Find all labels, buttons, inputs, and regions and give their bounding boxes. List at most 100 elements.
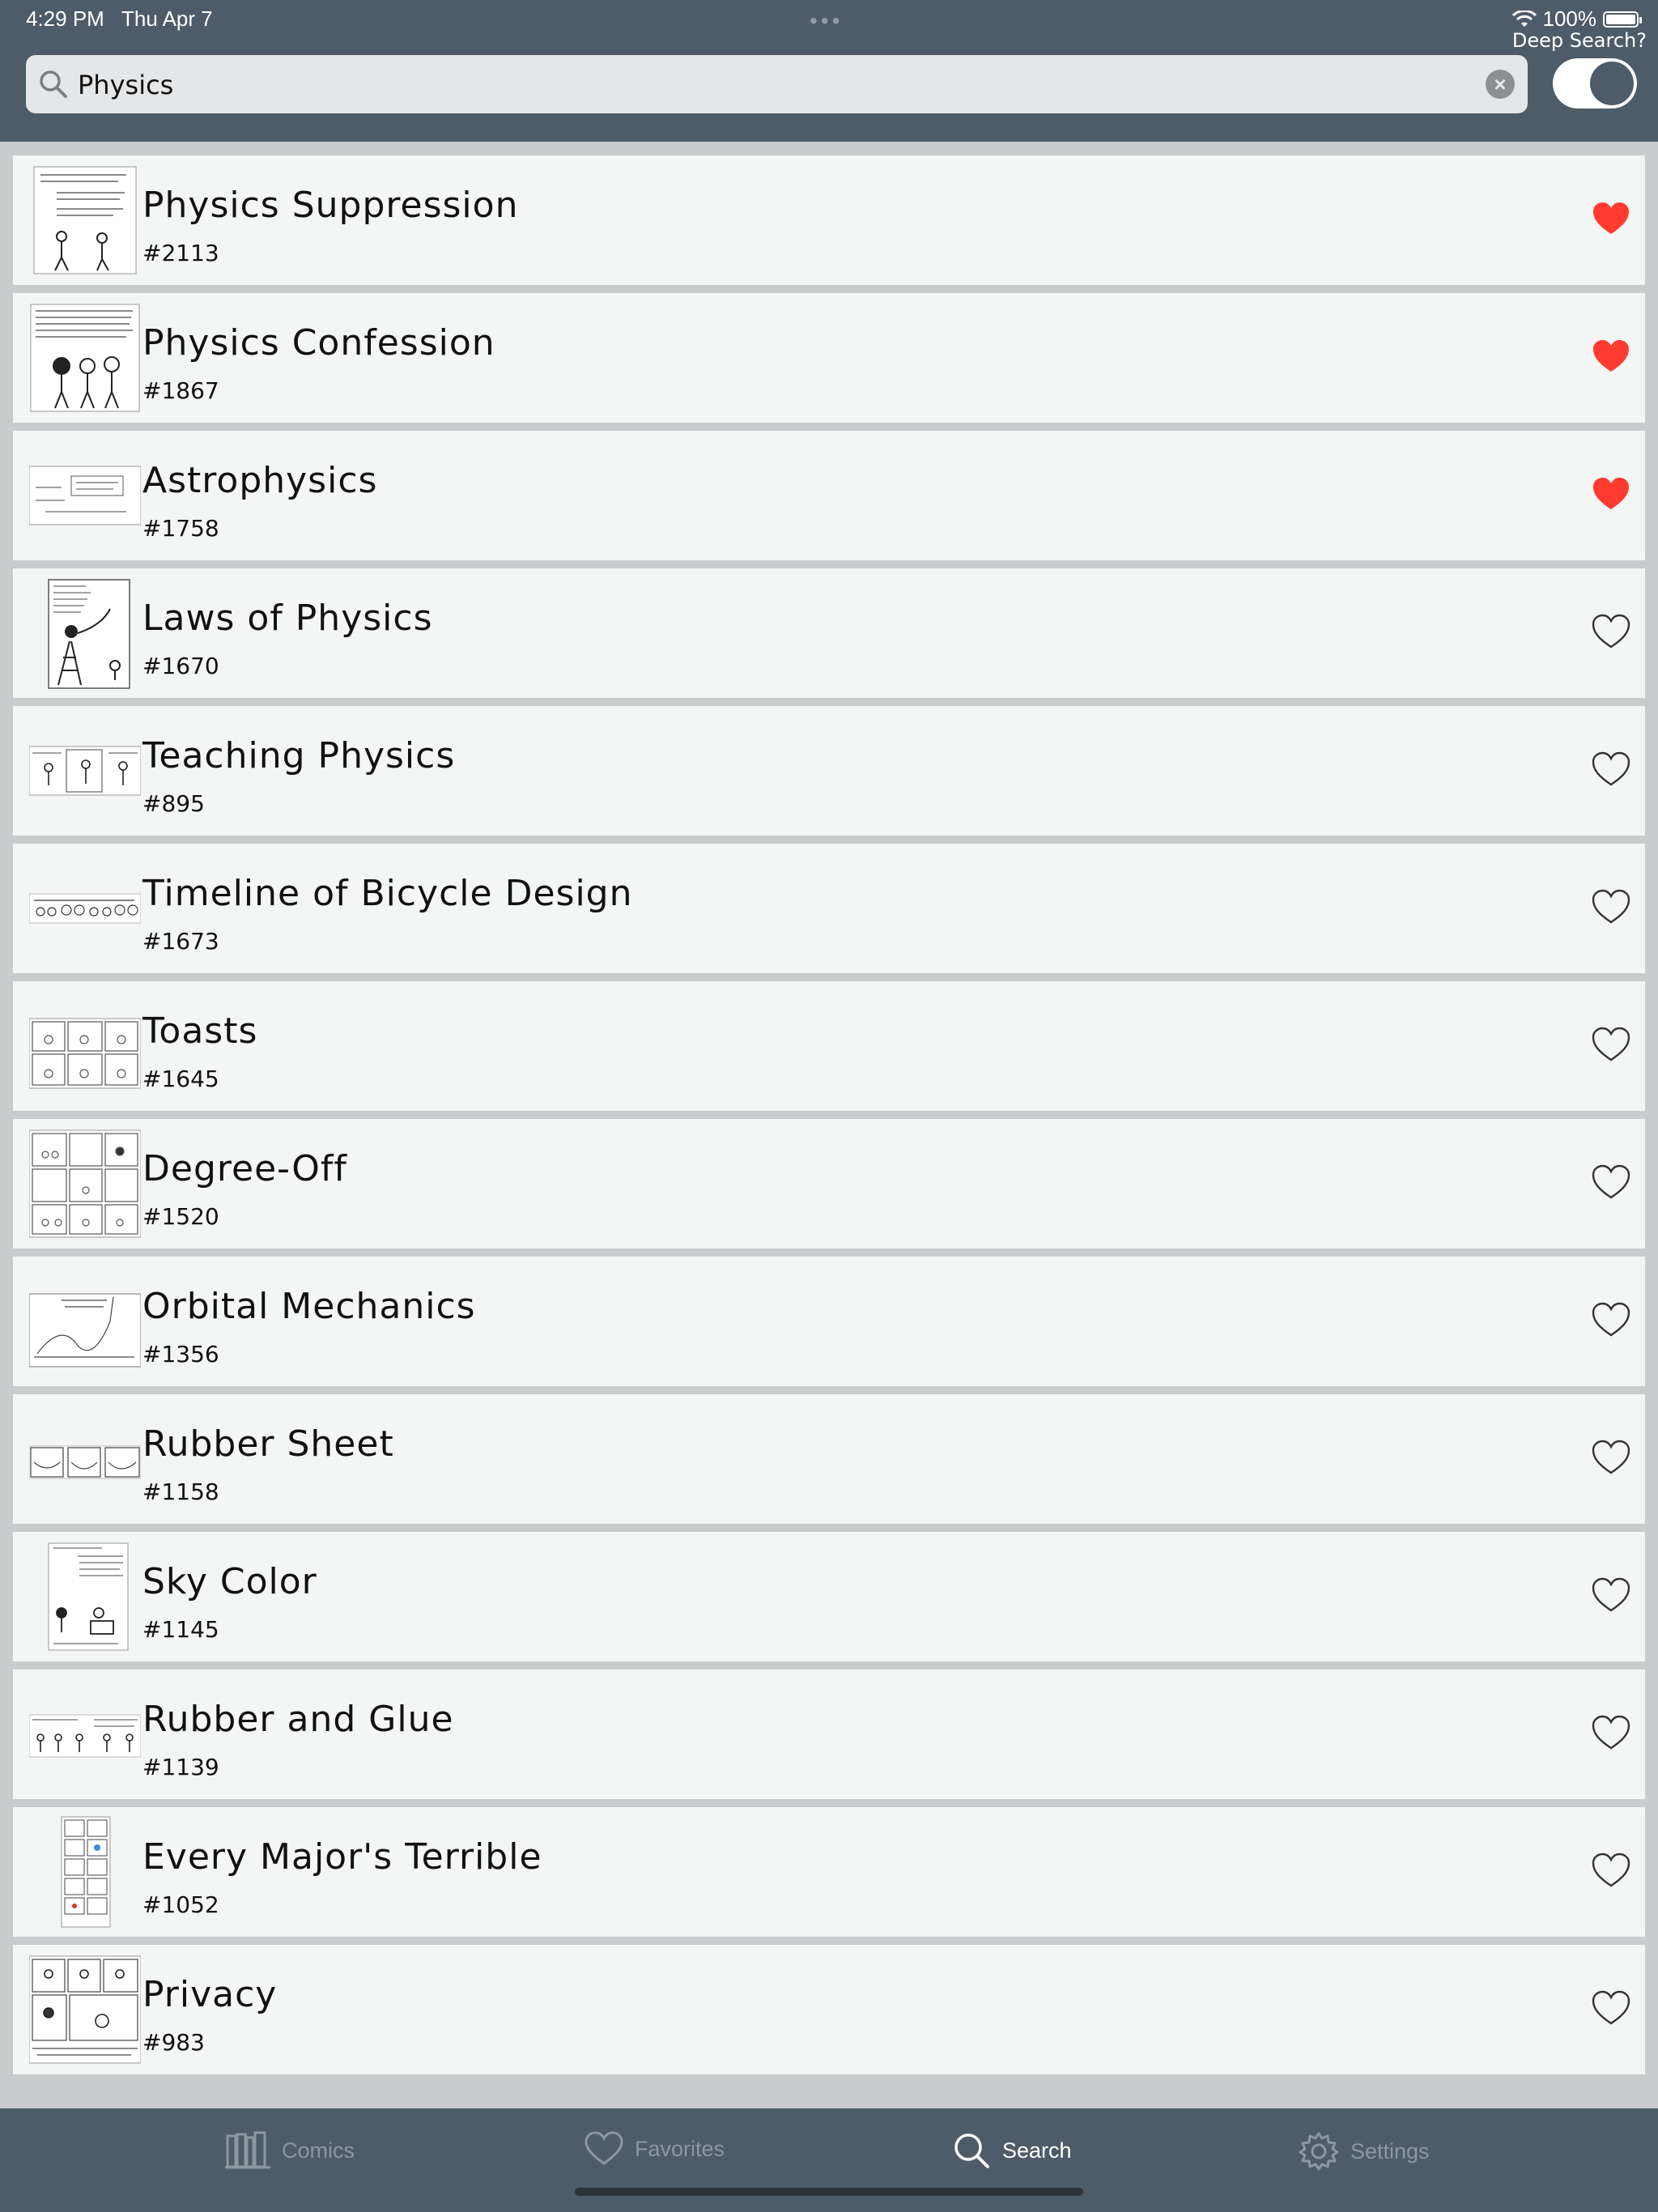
result-row[interactable]: Physics Suppression #2113: [13, 155, 1645, 285]
comic-number: #1867: [142, 377, 219, 404]
heart-outline-icon[interactable]: [1592, 751, 1630, 787]
result-row[interactable]: Rubber Sheet #1158: [13, 1394, 1645, 1524]
results-list: Physics Suppression #2113 Physics Confessi…: [13, 155, 1645, 2082]
heart-outline-icon[interactable]: [1592, 889, 1630, 925]
comic-title: Rubber Sheet: [142, 1423, 394, 1465]
heart-outline-icon[interactable]: [1592, 1990, 1630, 2026]
search-input[interactable]: Physics: [78, 70, 173, 100]
top-bar: 4:29 PM Thu Apr 7 ••• 100% Deep Search? …: [0, 0, 1658, 142]
comic-title: Every Major's Terrible: [142, 1836, 542, 1878]
comic-number: #1673: [142, 928, 219, 955]
result-row[interactable]: Toasts #1645: [13, 981, 1645, 1111]
comic-thumbnail: [29, 1815, 141, 1929]
close-icon: ×: [1494, 71, 1507, 96]
result-row[interactable]: Degree-Off #1520: [13, 1119, 1645, 1249]
result-row[interactable]: Timeline of Bicycle Design #1673: [13, 844, 1645, 973]
comic-number: #2113: [142, 240, 219, 266]
tab-settings-label: Settings: [1350, 2138, 1430, 2163]
clear-search-button[interactable]: ×: [1486, 70, 1515, 99]
comic-number: #1758: [142, 515, 219, 542]
comic-title: Rubber and Glue: [142, 1699, 454, 1740]
comic-title: Teaching Physics: [142, 735, 456, 776]
comic-thumbnail: [28, 1265, 142, 1378]
heart-filled-icon[interactable]: [1592, 201, 1630, 236]
comic-number: #983: [142, 2029, 205, 2056]
comic-thumbnail: [28, 1678, 142, 1791]
toggle-knob: [1590, 62, 1634, 105]
status-date: Thu Apr 7: [121, 6, 213, 31]
result-row[interactable]: Every Major's Terrible #1052: [13, 1807, 1645, 1937]
comic-thumbnail: [28, 1127, 142, 1240]
result-row[interactable]: Rubber and Glue #1139: [13, 1670, 1645, 1799]
comic-thumbnail: [28, 1953, 142, 2066]
result-row[interactable]: Sky Color #1145: [13, 1532, 1645, 1661]
heart-outline-icon[interactable]: [1592, 1853, 1630, 1888]
heart-filled-icon[interactable]: [1592, 476, 1630, 512]
comic-number: #1139: [142, 1754, 219, 1780]
comic-title: Toasts: [142, 1010, 258, 1052]
multitasking-dots[interactable]: •••: [810, 8, 843, 34]
comic-number: #1052: [142, 1891, 219, 1918]
tab-settings[interactable]: Settings: [1299, 2131, 1430, 2172]
comic-thumbnail: [29, 301, 141, 415]
heart-outline-icon[interactable]: [1592, 614, 1630, 649]
comic-title: Privacy: [142, 1974, 278, 2015]
status-right: 100%: [1511, 6, 1642, 32]
heart-outline-icon[interactable]: [1592, 1164, 1630, 1200]
heart-outline-icon[interactable]: [1592, 1577, 1630, 1613]
comic-thumbnail: [29, 576, 141, 690]
result-row[interactable]: Physics Confession #1867: [13, 293, 1645, 423]
result-row[interactable]: Astrophysics #1758: [13, 431, 1645, 560]
heart-filled-icon[interactable]: [1592, 338, 1630, 374]
tab-search-label: Search: [1002, 2138, 1072, 2163]
comic-title: Sky Color: [142, 1561, 317, 1602]
comic-thumbnail: [28, 989, 142, 1103]
battery-icon: [1603, 11, 1642, 28]
comic-title: Physics Suppression: [142, 185, 519, 226]
heart-outline-icon[interactable]: [1592, 1440, 1630, 1475]
comic-title: Laws of Physics: [142, 598, 433, 639]
result-row[interactable]: Teaching Physics #895: [13, 706, 1645, 836]
search-bar[interactable]: Physics ×: [26, 55, 1528, 113]
heart-outline-icon[interactable]: [1592, 1302, 1630, 1338]
comic-number: #1356: [142, 1341, 219, 1368]
comic-number: #895: [142, 790, 205, 817]
heart-outline-icon[interactable]: [1592, 1715, 1630, 1750]
comic-number: #1145: [142, 1616, 219, 1643]
comic-thumbnail: [28, 714, 142, 827]
comic-number: #1158: [142, 1478, 219, 1505]
result-row[interactable]: Laws of Physics #1670: [13, 568, 1645, 698]
gear-icon: [1299, 2132, 1339, 2171]
tab-comics[interactable]: Comics: [225, 2131, 355, 2170]
heart-icon: [585, 2131, 623, 2165]
comic-thumbnail: [28, 1402, 142, 1516]
comic-thumbnail: [29, 1540, 141, 1653]
comic-title: Astrophysics: [142, 460, 378, 501]
comic-number: #1645: [142, 1066, 219, 1092]
deep-search-toggle[interactable]: [1553, 58, 1637, 108]
home-indicator: [575, 2188, 1083, 2196]
comic-title: Physics Confession: [142, 322, 495, 364]
comic-number: #1520: [142, 1203, 219, 1230]
search-icon: [40, 70, 67, 98]
heart-outline-icon[interactable]: [1592, 1027, 1630, 1062]
result-row[interactable]: Orbital Mechanics #1356: [13, 1257, 1645, 1386]
comic-title: Degree-Off: [142, 1148, 347, 1189]
comic-title: Timeline of Bicycle Design: [142, 873, 633, 914]
status-time: 4:29 PM: [26, 6, 104, 31]
result-row[interactable]: Privacy #983: [13, 1945, 1645, 2074]
tab-comics-label: Comics: [282, 2138, 355, 2163]
comics-icon: [225, 2131, 270, 2169]
tab-favorites[interactable]: Favorites: [585, 2131, 725, 2167]
wifi-icon: [1511, 10, 1537, 27]
comic-thumbnail: [28, 439, 142, 552]
tab-search[interactable]: Search: [952, 2131, 1072, 2170]
comic-thumbnail: [29, 164, 141, 277]
battery-percent: 100%: [1542, 6, 1597, 31]
comic-thumbnail: [28, 852, 142, 965]
tab-favorites-label: Favorites: [635, 2136, 725, 2161]
comic-title: Orbital Mechanics: [142, 1286, 476, 1327]
comic-number: #1670: [142, 653, 219, 679]
search-icon: [954, 2133, 989, 2168]
deep-search-label: Deep Search?: [1511, 29, 1647, 52]
